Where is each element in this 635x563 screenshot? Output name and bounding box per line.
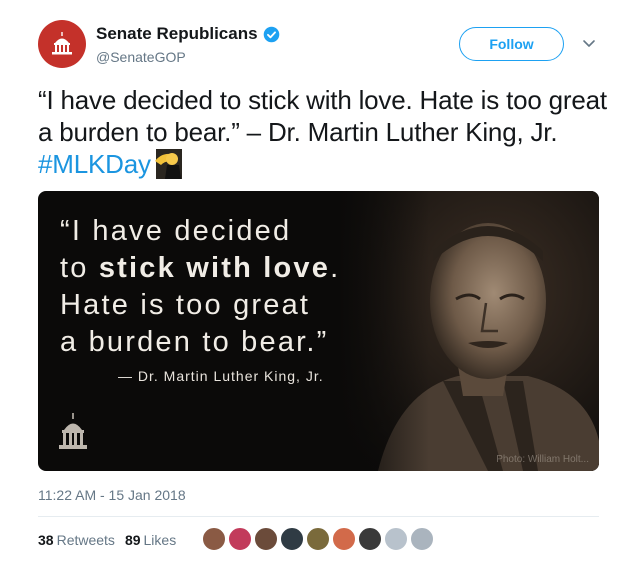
divider [38,516,599,517]
hashtag-link[interactable]: #MLKDay [38,149,151,179]
media-quote: “I have decided to stick with love. Hate… [60,213,340,361]
portrait-photo [338,191,599,471]
author-handle[interactable]: @SenateGOP [96,49,280,65]
capitol-icon [52,32,72,55]
photo-credit: Photo: William Holt... [496,454,589,465]
verified-badge-icon [263,26,279,42]
liker-avatar[interactable] [228,527,252,551]
author-info: Senate Republicans @SenateGOP [96,24,280,65]
quote-line-3: Hate is too great [60,289,311,321]
quote-line-2-bold: stick with love [98,252,331,284]
avatar[interactable] [38,20,86,68]
chevron-down-icon[interactable] [582,36,596,50]
liker-avatar[interactable] [280,527,304,551]
tweet-timestamp[interactable]: 11:22 AM - 15 Jan 2018 [38,487,186,503]
liker-avatar[interactable] [332,527,356,551]
likes-stat[interactable]: 89 Likes [125,532,176,548]
tweet-body: “I have decided to stick with love. Hate… [38,85,607,147]
quote-line-2-prefix: to [60,252,99,284]
likes-label: Likes [143,532,177,548]
quote-attribution: — Dr. Martin Luther King, Jr. [118,368,324,384]
liker-avatar[interactable] [254,527,278,551]
tweet-media-image[interactable]: “I have decided to stick with love. Hate… [38,191,599,471]
likes-count: 89 [124,532,141,548]
liker-avatar[interactable] [306,527,330,551]
retweets-count: 38 [38,532,54,548]
quote-line-2: to stick with love. [60,250,340,287]
fist-icon [154,149,182,179]
retweets-stat[interactable]: 38 Retweets [38,532,115,548]
tweet-stats: 38 Retweets 89 Likes [38,532,176,548]
author-name[interactable]: Senate Republicans [96,24,280,44]
follow-button[interactable]: Follow [459,27,564,61]
quote-line-2-suffix: . [330,252,341,284]
liker-avatars [202,527,436,551]
quote-line-1: “I have decided [60,215,292,247]
liker-avatar[interactable] [358,527,382,551]
capitol-logo-icon [59,413,87,449]
author-name-text[interactable]: Senate Republicans [96,24,258,44]
liker-avatar[interactable] [384,527,408,551]
quote-line-4: a burden to bear.” [60,326,329,358]
retweets-label: Retweets [56,532,115,548]
tweet-text: “I have decided to stick with love. Hate… [38,84,608,180]
liker-avatar[interactable] [202,527,226,551]
liker-avatar[interactable] [410,527,434,551]
